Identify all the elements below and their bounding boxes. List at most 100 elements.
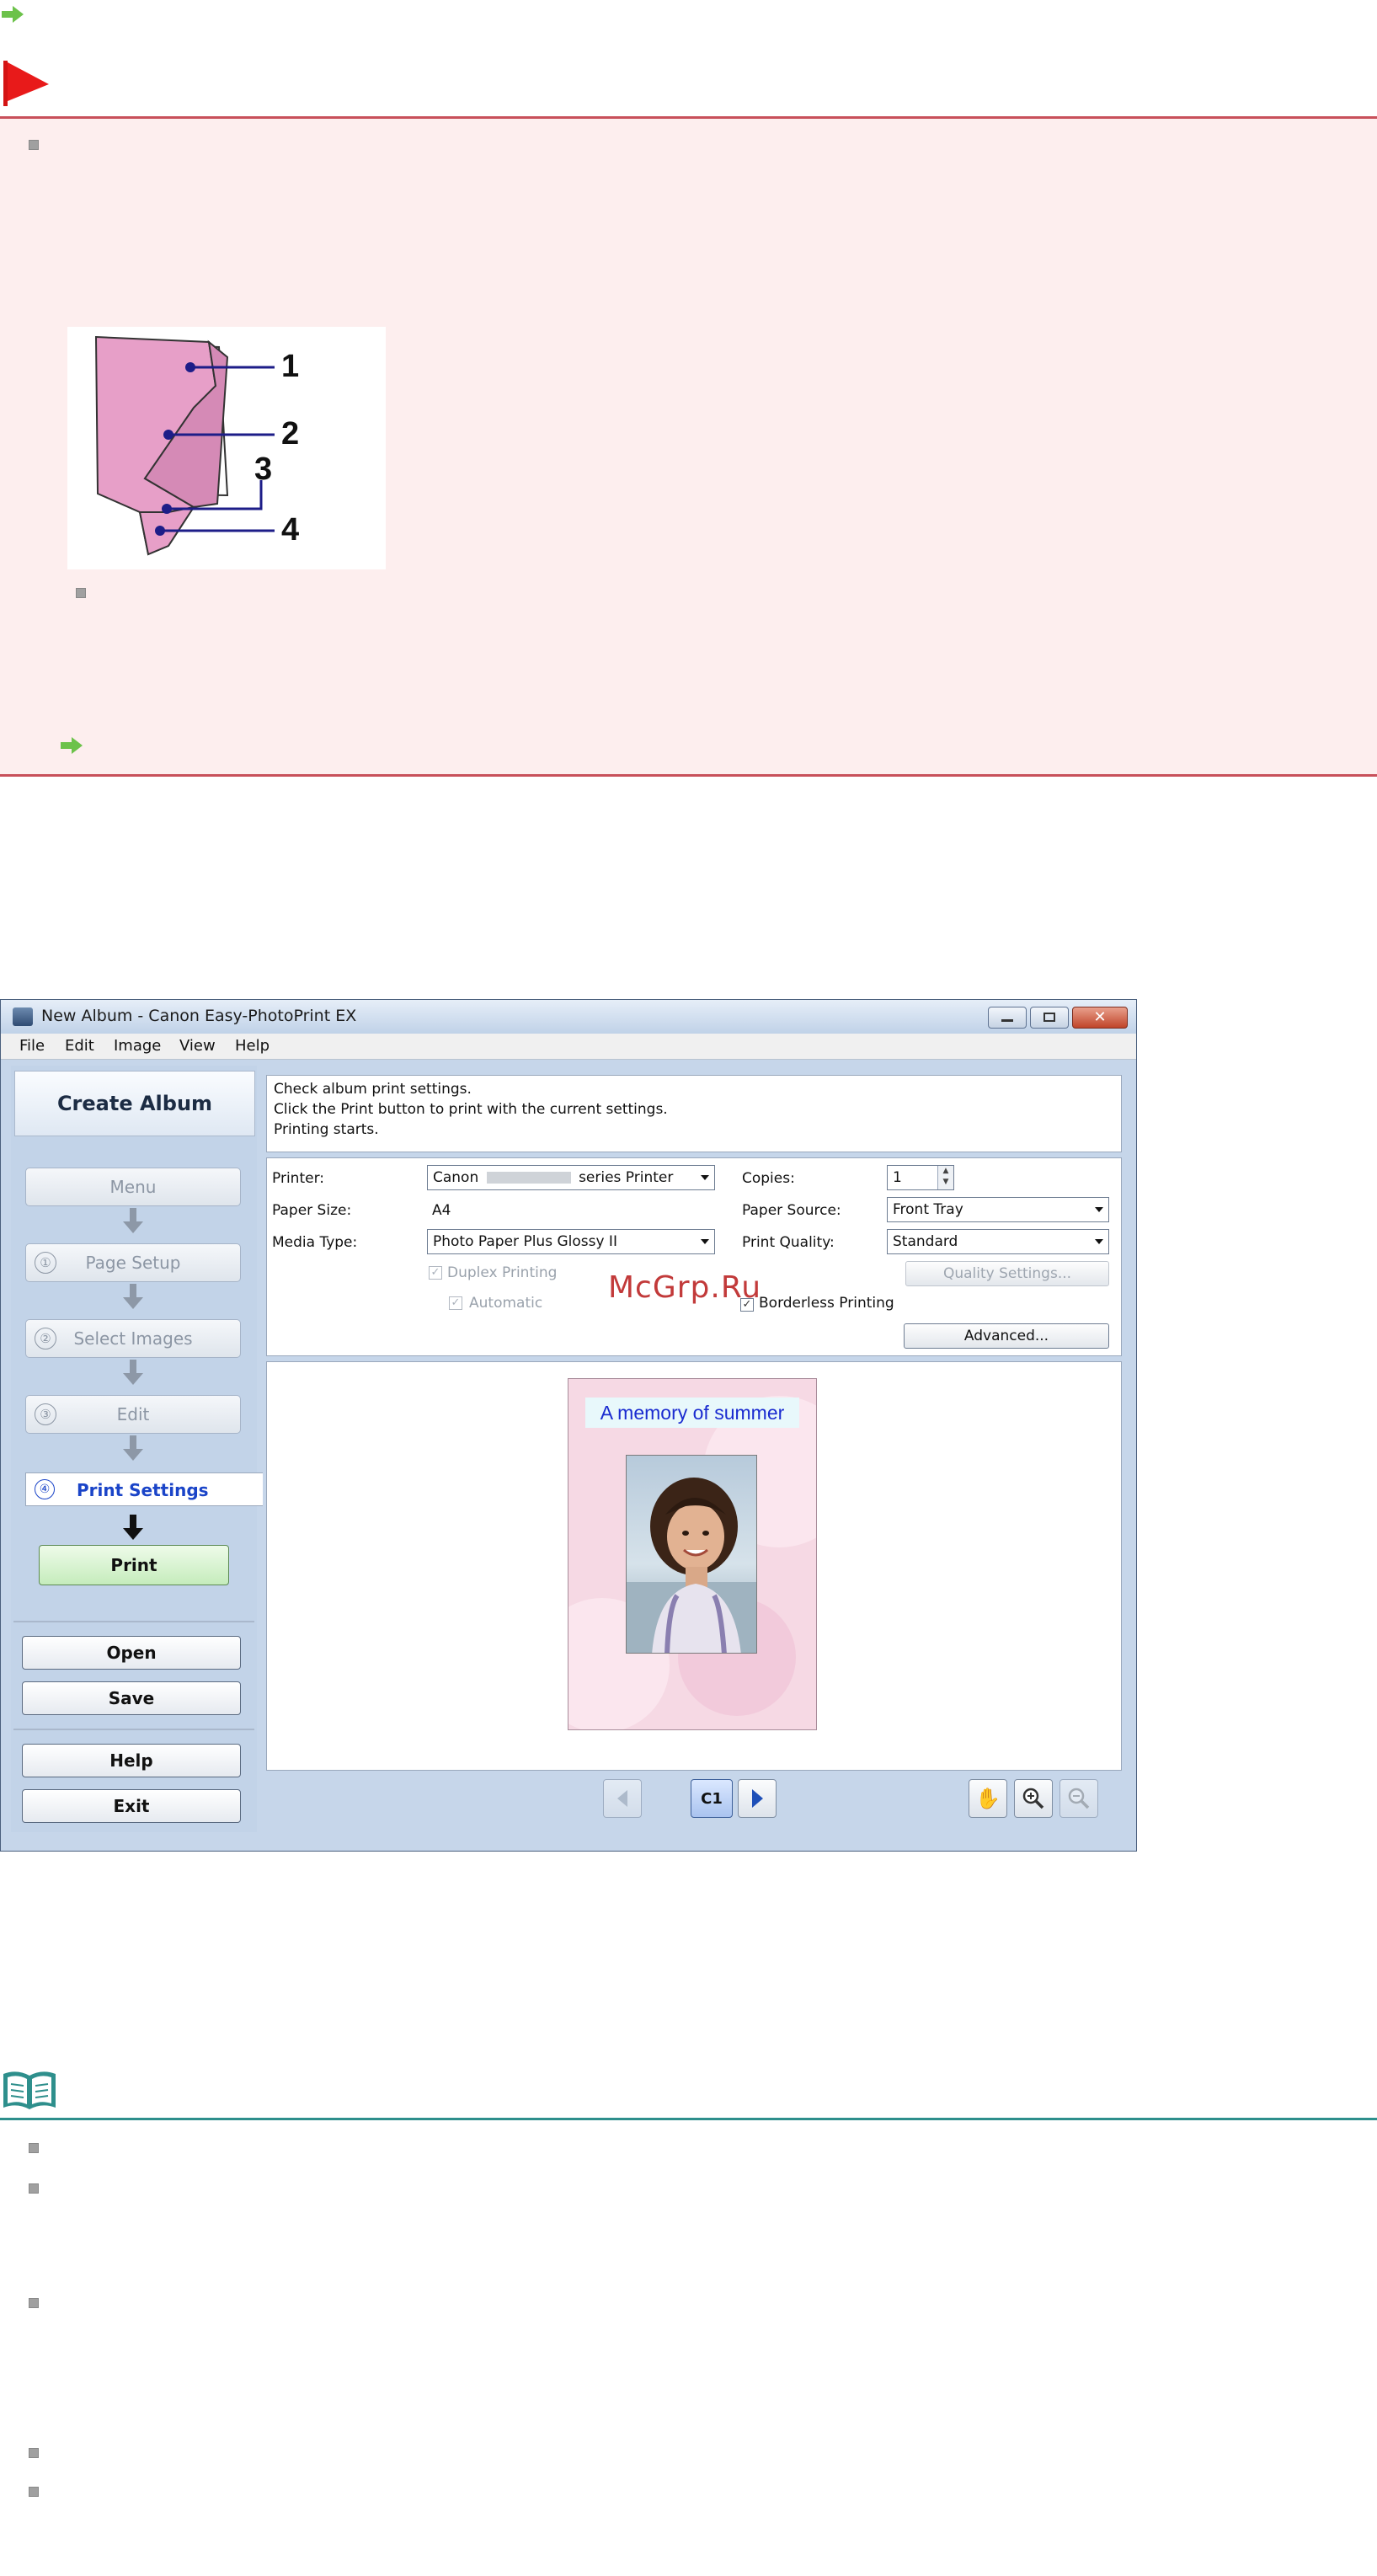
print-button[interactable]: Print xyxy=(39,1545,229,1585)
minimize-button[interactable] xyxy=(988,1007,1027,1029)
advanced-button[interactable]: Advanced... xyxy=(904,1323,1109,1349)
menu-edit[interactable]: Edit xyxy=(65,1037,94,1055)
chevron-down-icon xyxy=(701,1239,709,1244)
close-icon: ✕ xyxy=(1093,1008,1107,1026)
step-label: Menu xyxy=(109,1177,157,1197)
printer-value-suffix: series Printer xyxy=(579,1169,674,1186)
save-button[interactable]: Save xyxy=(22,1681,241,1715)
spinner-arrows-icon: ▲ ▼ xyxy=(937,1166,953,1189)
bullet-icon xyxy=(29,2183,39,2194)
paper-size-value: A4 xyxy=(432,1202,451,1219)
printer-dropdown[interactable]: Canon series Printer xyxy=(427,1165,715,1190)
paper-source-label: Paper Source: xyxy=(742,1202,841,1219)
step-label: Select Images xyxy=(73,1328,193,1349)
minimize-icon xyxy=(1001,1019,1013,1022)
down-arrow-icon xyxy=(123,1360,143,1385)
create-album-heading: Create Album xyxy=(14,1071,255,1136)
down-arrow-icon xyxy=(123,1208,143,1233)
bullet-icon xyxy=(29,2298,39,2308)
callout-4: 4 xyxy=(281,512,300,548)
chevron-left-icon xyxy=(617,1790,627,1807)
media-type-value: Photo Paper Plus Glossy II xyxy=(433,1233,617,1250)
help-button[interactable]: Help xyxy=(22,1744,241,1777)
chevron-down-icon xyxy=(1095,1207,1103,1212)
down-arrow-icon xyxy=(123,1284,143,1309)
media-type-label: Media Type: xyxy=(272,1234,358,1251)
step-page-setup-button[interactable]: ① Page Setup xyxy=(25,1243,241,1282)
menu-help[interactable]: Help xyxy=(235,1037,270,1055)
zoom-in-button[interactable] xyxy=(1014,1779,1053,1818)
down-arrow-icon xyxy=(123,1435,143,1461)
previous-page-button[interactable] xyxy=(603,1779,642,1818)
album-card-title: A memory of summer xyxy=(585,1398,799,1428)
step-select-images-button[interactable]: ② Select Images xyxy=(25,1319,241,1358)
printer-name-redacted xyxy=(486,1172,571,1184)
copies-value: 1 xyxy=(893,1169,902,1186)
open-button[interactable]: Open xyxy=(22,1636,241,1670)
chevron-down-icon xyxy=(701,1175,709,1180)
app-icon xyxy=(13,1007,33,1026)
down-arrow-icon xyxy=(123,1515,143,1540)
paper-source-value: Front Tray xyxy=(893,1201,963,1218)
zoom-in-icon xyxy=(1022,1788,1044,1809)
print-settings-panel: Printer: Canon series Printer Paper Size… xyxy=(266,1157,1122,1356)
callout-1: 1 xyxy=(281,349,300,384)
automatic-checkbox[interactable]: ✓ xyxy=(449,1296,462,1310)
step-label: Page Setup xyxy=(85,1253,181,1273)
chevron-right-icon xyxy=(751,1789,763,1808)
printer-value-prefix: Canon xyxy=(433,1169,479,1186)
bullet-icon xyxy=(29,2487,39,2497)
chevron-down-icon xyxy=(1095,1239,1103,1244)
note-book-icon xyxy=(3,2071,56,2109)
duplex-printing-label: Duplex Printing xyxy=(447,1264,558,1281)
callout-2: 2 xyxy=(281,416,300,452)
copies-label: Copies: xyxy=(742,1170,795,1187)
folded-paper-illustration xyxy=(94,335,275,556)
next-page-button[interactable] xyxy=(738,1779,777,1818)
step-edit-button[interactable]: ③ Edit xyxy=(25,1395,241,1434)
print-quality-label: Print Quality: xyxy=(742,1234,835,1251)
quality-settings-button[interactable]: Quality Settings... xyxy=(905,1261,1109,1286)
step-number: ④ xyxy=(35,1479,55,1499)
paper-size-label: Paper Size: xyxy=(272,1202,352,1219)
step-print-settings-tab[interactable]: ④ Print Settings xyxy=(25,1472,263,1506)
page-indicator-button[interactable]: C1 xyxy=(691,1779,733,1818)
instruction-line: Check album print settings. xyxy=(274,1081,472,1098)
bullet-icon xyxy=(76,588,86,598)
photo-girl-illustration xyxy=(627,1478,756,1653)
album-photo xyxy=(626,1455,757,1654)
bullet-icon xyxy=(29,2448,39,2458)
media-type-dropdown[interactable]: Photo Paper Plus Glossy II xyxy=(427,1229,715,1254)
restore-button[interactable] xyxy=(1030,1007,1069,1029)
zoom-out-button[interactable] xyxy=(1059,1779,1098,1818)
close-button[interactable]: ✕ xyxy=(1072,1007,1128,1029)
restore-icon xyxy=(1043,1013,1055,1022)
hand-icon: ✋ xyxy=(975,1787,1001,1810)
pan-tool-button[interactable]: ✋ xyxy=(969,1779,1007,1818)
instruction-line: Click the Print button to print with the… xyxy=(274,1101,668,1118)
page-indicator-label: C1 xyxy=(701,1789,723,1808)
menu-image[interactable]: Image xyxy=(114,1037,161,1055)
caution-flag-icon xyxy=(3,61,49,106)
menu-file[interactable]: File xyxy=(19,1037,45,1055)
copies-spinner[interactable]: 1 ▲ ▼ xyxy=(887,1165,954,1190)
instructions-panel: Check album print settings. Click the Pr… xyxy=(266,1075,1122,1152)
print-quality-dropdown[interactable]: Standard xyxy=(887,1229,1109,1254)
bullet-icon xyxy=(29,2143,39,2153)
title-bar: New Album - Canon Easy-PhotoPrint EX ✕ xyxy=(1,1000,1136,1034)
paper-source-dropdown[interactable]: Front Tray xyxy=(887,1197,1109,1222)
album-page-preview: A memory of summer xyxy=(568,1378,817,1730)
window-title: New Album - Canon Easy-PhotoPrint EX xyxy=(41,1007,357,1025)
menu-bar: File Edit Image View Help xyxy=(1,1034,1136,1060)
instruction-line: Printing starts. xyxy=(274,1121,379,1138)
zoom-out-icon xyxy=(1068,1788,1090,1809)
link-arrow-icon xyxy=(61,737,83,754)
step-label: Print Settings xyxy=(77,1480,209,1500)
bullet-icon xyxy=(29,140,39,150)
menu-view[interactable]: View xyxy=(179,1037,216,1055)
printer-label: Printer: xyxy=(272,1170,324,1187)
exit-button[interactable]: Exit xyxy=(22,1789,241,1823)
borderless-printing-label: Borderless Printing xyxy=(759,1295,894,1312)
step-menu-button[interactable]: Menu xyxy=(25,1168,241,1206)
duplex-printing-checkbox[interactable]: ✓ xyxy=(429,1266,442,1280)
